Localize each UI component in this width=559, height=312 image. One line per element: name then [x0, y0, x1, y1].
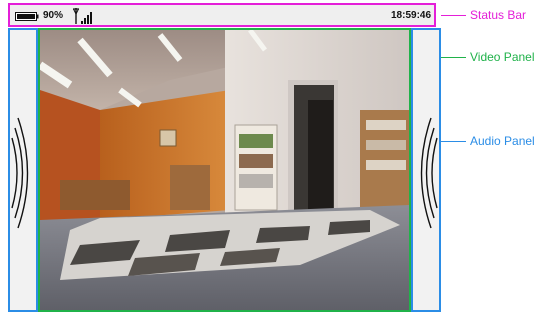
audio-panel-right [411, 28, 441, 312]
callout-label-status-bar: Status Bar [470, 8, 527, 22]
callout-label-video-panel: Video Panel [470, 50, 535, 64]
camera-video-frame [40, 30, 409, 310]
video-panel [38, 28, 411, 312]
callout-line-audio-panel [441, 141, 466, 142]
callout-line-video-panel [441, 57, 466, 58]
status-bar: 90% 18:59:46 [8, 3, 436, 27]
battery-icon [15, 12, 39, 21]
speaker-sound-wave-icon [420, 117, 438, 229]
audio-panel-left [8, 28, 38, 312]
antenna-signal-icon [73, 8, 92, 24]
battery-percent: 90% [43, 10, 64, 21]
callout-line-status-bar [441, 15, 466, 16]
device-screen: 90% 18:59:46 [8, 3, 441, 312]
clock: 18:59:46 [391, 10, 432, 21]
callout-label-audio-panel: Audio Panel [470, 134, 535, 148]
speaker-sound-wave-icon [11, 117, 29, 229]
